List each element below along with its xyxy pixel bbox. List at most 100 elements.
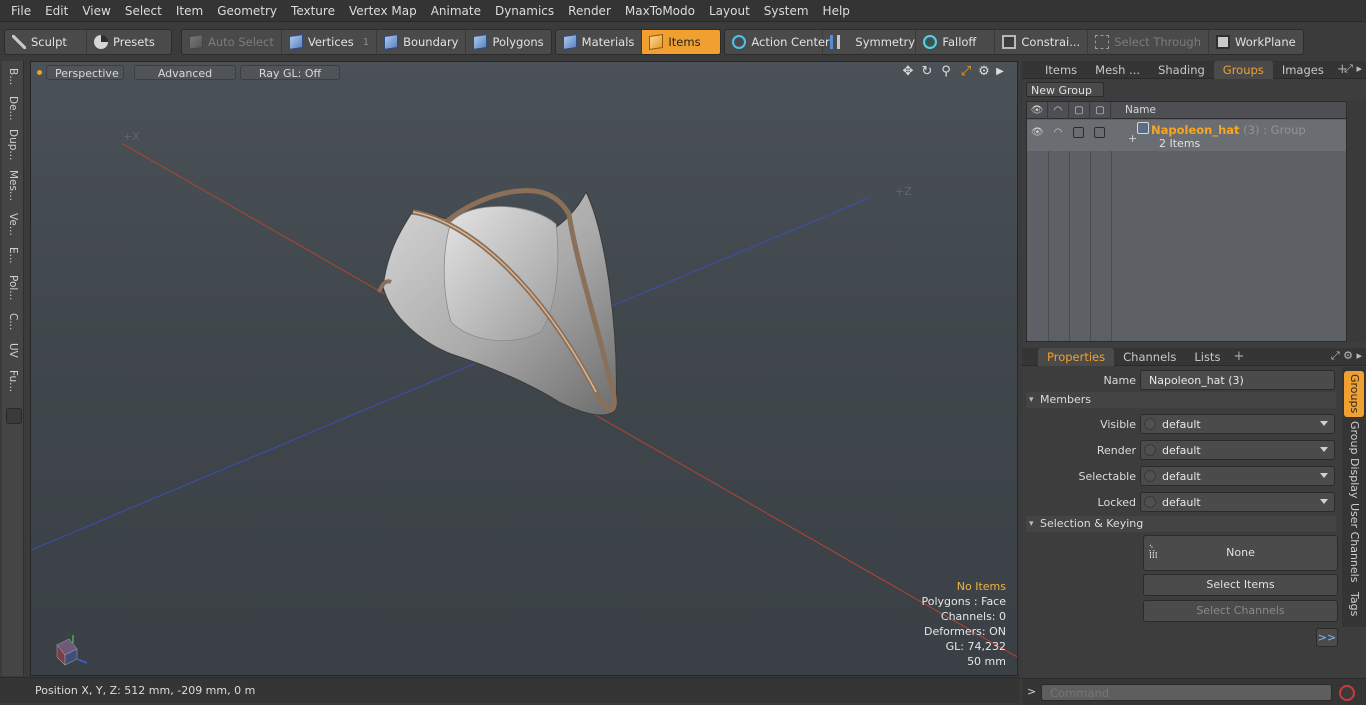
3d-viewport[interactable]: +X +Z Perspective Advanced Ray GL: Off ✥…: [30, 61, 1018, 676]
selection-keying-section[interactable]: Selection & Keying: [1026, 516, 1336, 532]
menu-item[interactable]: Item: [169, 0, 210, 22]
polygons-button[interactable]: Polygons: [466, 30, 550, 54]
viewport-more-icon[interactable]: ▶: [993, 65, 1007, 79]
menu-texture[interactable]: Texture: [284, 0, 342, 22]
items-button[interactable]: Items: [642, 30, 721, 54]
none-button[interactable]: . ∴ ⁞⁞⁞ None: [1143, 535, 1338, 571]
group-list[interactable]: 👁 ◠ ▢ ▢ Name 👁 ◠ + Napoleon_hat (3) : Gr…: [1026, 101, 1347, 342]
maximize-icon[interactable]: ⤢: [959, 65, 973, 79]
raygl-button[interactable]: Ray GL: Off: [240, 64, 340, 80]
menu-vertex-map[interactable]: Vertex Map: [342, 0, 424, 22]
render-toggle-icon[interactable]: ◠: [1052, 127, 1064, 139]
lock-column-icon[interactable]: ▢: [1069, 102, 1090, 119]
constraints-button[interactable]: Constrai...: [995, 30, 1089, 54]
rotate-icon[interactable]: ↻: [920, 65, 934, 79]
select-column-icon[interactable]: ▢: [1090, 102, 1111, 119]
materials-button[interactable]: Materials: [556, 30, 643, 54]
add-props-tab-icon[interactable]: +: [1229, 349, 1248, 364]
visibility-column-icon[interactable]: 👁: [1027, 102, 1048, 119]
auto-select-button[interactable]: Auto Select: [182, 30, 282, 54]
tab-mesh[interactable]: Mesh ...: [1086, 61, 1149, 79]
locked-dropdown[interactable]: default: [1140, 492, 1335, 512]
perspective-button[interactable]: Perspective: [46, 64, 124, 80]
menu-help[interactable]: Help: [816, 0, 857, 22]
left-tab-edge[interactable]: E...: [5, 243, 21, 267]
viewport-menu-dot-icon[interactable]: [37, 69, 42, 75]
select-channels-button[interactable]: Select Channels: [1143, 600, 1338, 622]
side-tab-groups[interactable]: Groups: [1344, 371, 1364, 417]
menu-dynamics[interactable]: Dynamics: [488, 0, 561, 22]
tab-images[interactable]: Images: [1273, 61, 1333, 79]
menu-layout[interactable]: Layout: [702, 0, 757, 22]
lock-toggle-icon[interactable]: [1073, 127, 1084, 138]
zoom-icon[interactable]: ⚲: [939, 65, 953, 79]
side-tab-tags[interactable]: Tags: [1344, 587, 1364, 621]
tab-lists[interactable]: Lists: [1185, 348, 1229, 366]
eye-icon[interactable]: 👁: [1031, 127, 1044, 139]
expand-icon[interactable]: +: [1128, 132, 1137, 145]
items-icon: [649, 34, 664, 50]
more-button[interactable]: >>: [1316, 628, 1338, 647]
properties-side-tabs: Groups Group Display User Channels Tags: [1342, 367, 1366, 627]
vertices-button[interactable]: Vertices 1: [282, 30, 378, 54]
menu-render[interactable]: Render: [561, 0, 618, 22]
viewport-settings-icon[interactable]: ⚙: [977, 65, 991, 79]
visible-dropdown[interactable]: default: [1140, 414, 1335, 434]
sculpt-button[interactable]: Sculpt: [5, 30, 87, 54]
falloff-button[interactable]: Falloff: [916, 30, 996, 54]
x-axis-label: +X: [123, 130, 140, 143]
selectable-dropdown[interactable]: default: [1140, 466, 1335, 486]
render-column-icon[interactable]: ◠: [1048, 102, 1069, 119]
group-list-scrollbar[interactable]: [1348, 101, 1366, 342]
left-tab-mesh-edit[interactable]: Mes...: [5, 167, 21, 205]
tab-properties[interactable]: Properties: [1038, 347, 1115, 366]
workplane-button[interactable]: WorkPlane: [1209, 30, 1303, 54]
group-row-napoleon-hat[interactable]: 👁 ◠ + Napoleon_hat (3) : Group 2 Items: [1027, 120, 1346, 151]
boundary-button[interactable]: Boundary: [377, 30, 467, 54]
select-items-button[interactable]: Select Items: [1143, 574, 1338, 596]
tab-items[interactable]: Items: [1036, 61, 1086, 79]
members-section[interactable]: Members: [1026, 392, 1336, 408]
name-field[interactable]: Napoleon_hat (3): [1140, 370, 1335, 390]
left-tab-fusion[interactable]: Fu...: [5, 365, 21, 397]
left-tab-uv[interactable]: UV: [5, 339, 21, 361]
sculpt-presets-group: Sculpt Presets: [4, 29, 172, 55]
props-options-icon[interactable]: ⤢ ⚙ ▸: [1331, 349, 1362, 363]
left-tab-duplicate[interactable]: Dup...: [5, 127, 21, 163]
left-tabs-toggle-button[interactable]: [6, 408, 22, 424]
group-name[interactable]: Napoleon_hat (3) : Group: [1151, 123, 1306, 137]
menu-maxtomodo[interactable]: MaxToModo: [618, 0, 702, 22]
menu-animate[interactable]: Animate: [424, 0, 488, 22]
presets-button[interactable]: Presets: [87, 30, 171, 54]
menu-edit[interactable]: Edit: [38, 0, 75, 22]
shading-mode-button[interactable]: Advanced: [134, 64, 236, 80]
select-toggle-icon[interactable]: [1094, 127, 1105, 138]
tab-shading[interactable]: Shading: [1149, 61, 1214, 79]
menu-select[interactable]: Select: [118, 0, 169, 22]
menu-view[interactable]: View: [75, 0, 117, 22]
side-tab-group-display[interactable]: Group Display: [1344, 421, 1364, 499]
menu-system[interactable]: System: [757, 0, 816, 22]
left-tab-curve[interactable]: C...: [5, 309, 21, 335]
side-tab-user-channels[interactable]: User Channels: [1344, 503, 1364, 583]
left-tab-polygon[interactable]: Pol...: [5, 271, 21, 305]
left-tab-basic[interactable]: B...: [5, 65, 21, 89]
tab-channels[interactable]: Channels: [1114, 348, 1185, 366]
name-column-header[interactable]: Name: [1111, 104, 1156, 116]
select-through-button[interactable]: Select Through: [1088, 30, 1210, 54]
boundary-icon: [384, 34, 399, 50]
left-tab-vertex[interactable]: Ve...: [5, 209, 21, 239]
command-input[interactable]: [1041, 684, 1332, 701]
tab-groups[interactable]: Groups: [1213, 60, 1273, 79]
menu-file[interactable]: File: [4, 0, 38, 22]
menu-geometry[interactable]: Geometry: [210, 0, 284, 22]
record-macro-icon[interactable]: [1339, 685, 1355, 701]
z-axis-label: +Z: [895, 185, 912, 198]
symmetry-button[interactable]: Symmetry: [823, 30, 917, 54]
action-center-button[interactable]: Action Center: [725, 30, 830, 54]
new-group-button[interactable]: New Group: [1026, 82, 1104, 97]
panel-options-icon[interactable]: ⤢ ▸: [1344, 62, 1362, 76]
pan-icon[interactable]: ✥: [901, 65, 915, 79]
left-tab-deform[interactable]: De...: [5, 93, 21, 123]
render-dropdown[interactable]: default: [1140, 440, 1335, 460]
